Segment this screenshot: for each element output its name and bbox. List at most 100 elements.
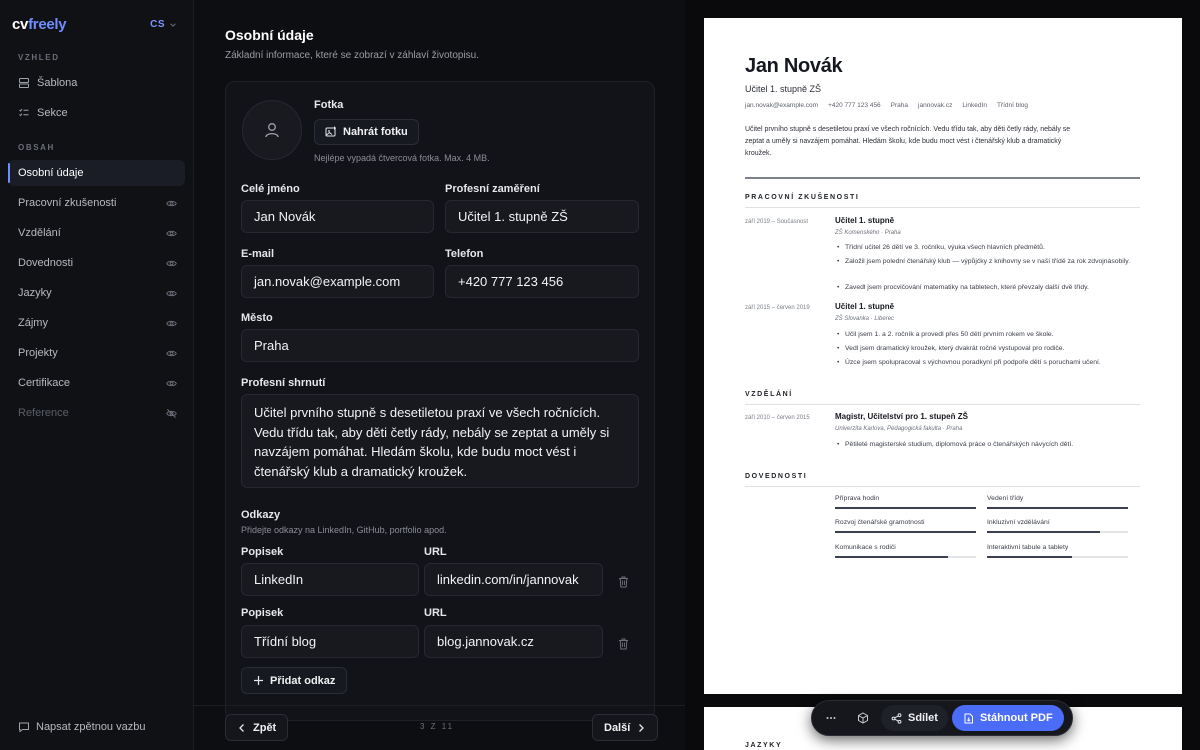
prev-button[interactable]: Zpět	[225, 714, 289, 741]
upload-photo-label: Nahrát fotku	[343, 126, 408, 138]
sidebar-item-personal[interactable]: Osobní údaje	[8, 160, 185, 186]
plus-icon	[254, 676, 263, 685]
full-name-label: Celé jméno	[241, 183, 300, 195]
eye-icon[interactable]	[166, 258, 177, 269]
trash-icon[interactable]	[618, 637, 629, 650]
cv-job-title: Učitel 1. stupně	[835, 216, 895, 225]
sidebar-item-label: Dovednosti	[18, 257, 74, 269]
city-input[interactable]: Praha	[241, 329, 639, 362]
language-code: CS	[150, 19, 165, 30]
eye-icon[interactable]	[166, 198, 177, 209]
full-name-input[interactable]: Jan Novák	[241, 200, 434, 233]
upload-photo-button[interactable]: Nahrát fotku	[314, 119, 419, 145]
sidebar-item-references[interactable]: Reference	[8, 400, 185, 426]
section-label-content: OBSAH	[18, 143, 55, 152]
phone-input[interactable]: +420 777 123 456	[445, 265, 639, 298]
cv-skill-bar	[835, 556, 976, 558]
links-hint: Přidejte odkazy na LinkedIn, GitHub, por…	[241, 525, 447, 535]
sidebar-item-interests[interactable]: Zájmy	[8, 310, 185, 336]
chevron-left-icon	[239, 723, 244, 732]
summary-textarea[interactable]: Učitel prvního stupně s desetiletou prax…	[241, 394, 639, 488]
eye-icon[interactable]	[166, 348, 177, 359]
sidebar-item-label: Jazyky	[18, 287, 52, 299]
next-button[interactable]: Další	[592, 714, 659, 741]
photo-label: Fotka	[314, 99, 344, 111]
cv-section-line	[745, 486, 1140, 487]
link-url-input[interactable]: blog.jannovak.cz	[424, 625, 603, 658]
add-link-button[interactable]: Přidat odkaz	[241, 667, 348, 694]
cv-skill-name: Rozvoj čtenářské gramotnosti	[835, 519, 925, 526]
feedback-label: Napsat zpětnou vazbu	[36, 721, 146, 733]
cv-preview: Jan Novák Učitel 1. stupně ZŠ jan.novak@…	[685, 0, 1200, 750]
cv-section-line	[745, 404, 1140, 405]
eye-icon[interactable]	[166, 318, 177, 329]
profession-input[interactable]: Učitel 1. stupně ZŠ	[445, 200, 639, 233]
summary-label: Profesní shrnutí	[241, 377, 326, 389]
cv-skill-fill	[835, 531, 976, 533]
more-horizontal-icon	[826, 717, 836, 719]
cv-skill-name: Komunikace s rodiči	[835, 544, 896, 551]
sidebar-item-experience[interactable]: Pracovní zkušenosti	[8, 190, 185, 216]
sidebar-item-sections[interactable]: Sekce	[8, 100, 185, 126]
cv-job-date: září 2015 – červen 2019	[745, 305, 810, 311]
cv-job-title: Učitel 1. stupně	[835, 302, 895, 311]
download-pdf-button[interactable]: Stáhnout PDF	[951, 705, 1064, 731]
cv-skill: Rozvoj čtenářské gramotnosti	[835, 519, 976, 533]
share-label: Sdílet	[908, 712, 938, 724]
cv-skill-name: Interaktivní tabule a tablety	[987, 544, 1069, 551]
cv-contact-blog: Třídní blog	[996, 102, 1029, 109]
sidebar-item-label: Zájmy	[18, 317, 48, 329]
page-subtitle: Základní informace, které se zobrazí v z…	[225, 50, 480, 61]
step-indicator: 3 Z 11	[420, 722, 455, 731]
link-url-caption: URL	[424, 607, 447, 619]
cv-skill-fill	[987, 531, 1100, 533]
brand-logo[interactable]: cvfreely	[12, 16, 67, 33]
sidebar-item-certifications[interactable]: Certifikace	[8, 370, 185, 396]
eye-off-icon[interactable]	[166, 408, 177, 419]
email-label: E-mail	[241, 248, 275, 260]
template-3d-button[interactable]	[849, 705, 877, 731]
cv-edu-org: Univerzita Karlova, Pedagogická fakulta …	[835, 426, 963, 432]
cv-page: Jan Novák Učitel 1. stupně ZŠ jan.novak@…	[704, 18, 1182, 694]
sidebar-item-languages[interactable]: Jazyky	[8, 280, 185, 306]
sidebar-item-projects[interactable]: Projekty	[8, 340, 185, 366]
avatar[interactable]	[242, 100, 302, 160]
cv-skill: Inkluzivní vzdělávání	[987, 519, 1128, 533]
link-label-input[interactable]: LinkedIn	[241, 563, 419, 596]
cv-contact-linkedin: LinkedIn	[962, 102, 987, 109]
link-url-input[interactable]: linkedin.com/in/jannovak	[424, 563, 603, 596]
sidebar-item-label: Šablona	[37, 77, 78, 89]
sidebar-item-skills[interactable]: Dovednosti	[8, 250, 185, 276]
language-switcher[interactable]: CS	[150, 19, 177, 30]
eye-icon[interactable]	[166, 288, 177, 299]
cv-job-bullet: Učil jsem 1. a 2. ročník a provedl přes …	[837, 329, 1140, 340]
preview-toolbar: Sdílet Stáhnout PDF	[811, 700, 1073, 736]
cv-role: Učitel 1. stupně ZŠ	[745, 84, 822, 94]
cv-contact-phone: +420 777 123 456	[828, 102, 881, 109]
cv-skill-name: Inkluzivní vzdělávání	[987, 519, 1050, 526]
sidebar-item-education[interactable]: Vzdělání	[8, 220, 185, 246]
cv-edu-date: září 2010 – červen 2015	[745, 415, 810, 421]
link-label-input[interactable]: Třídní blog	[241, 625, 419, 658]
section-label-look: VZHLED	[18, 53, 60, 62]
user-icon	[265, 123, 279, 138]
photo-hint: Nejlépe vypadá čtvercová fotka. Max. 4 M…	[314, 153, 490, 163]
cv-header-divider	[745, 177, 1140, 179]
cv-skill: Interaktivní tabule a tablety	[987, 544, 1128, 558]
share-button[interactable]: Sdílet	[881, 705, 948, 731]
trash-icon[interactable]	[618, 575, 629, 588]
eye-icon[interactable]	[166, 228, 177, 239]
sidebar-item-template[interactable]: Šablona	[8, 70, 185, 96]
footer-divider	[194, 705, 685, 706]
more-button[interactable]	[817, 705, 845, 731]
chevron-down-icon	[170, 22, 176, 27]
email-input[interactable]: jan.novak@example.com	[241, 265, 434, 298]
eye-icon[interactable]	[166, 378, 177, 389]
cv-contacts: jan.novak@example.com +420 777 123 456 P…	[745, 102, 1028, 109]
cv-contact-city: Praha	[890, 102, 909, 109]
list-check-icon	[18, 107, 30, 119]
sidebar-item-label: Reference	[18, 407, 69, 419]
feedback-link[interactable]: Napsat zpětnou vazbu	[18, 721, 145, 733]
cv-job-date: září 2019 – Současnost	[745, 219, 809, 225]
cv-job-org: ZŠ Komenského · Praha	[835, 230, 901, 236]
